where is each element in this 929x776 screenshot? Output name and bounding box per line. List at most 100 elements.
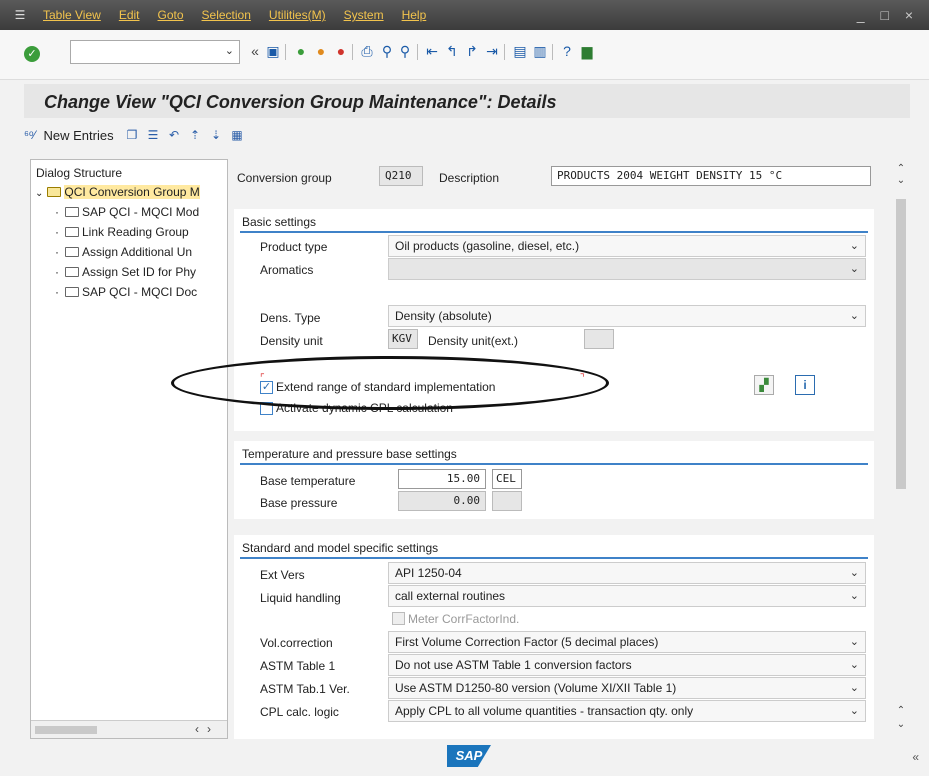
- menu-system[interactable]: System: [344, 8, 384, 22]
- sap-menu-icon[interactable]: ☰: [6, 8, 34, 22]
- menu-edit[interactable]: Edit: [119, 8, 140, 22]
- back-icon[interactable]: «: [246, 42, 264, 60]
- meter-corr-label: Meter CorrFactorInd.: [408, 612, 520, 626]
- chevron-down-icon[interactable]: ⌄: [850, 589, 859, 602]
- scroll-up-icon[interactable]: ⌃: [894, 705, 908, 716]
- previous-page-icon[interactable]: ↰: [443, 42, 461, 60]
- chevron-down-icon[interactable]: ⌄: [35, 188, 43, 199]
- undo-change-icon[interactable]: ↶: [166, 127, 183, 144]
- tree-node-sap-qci-doc[interactable]: · SAP QCI - MQCI Doc: [55, 285, 198, 299]
- next-page-icon[interactable]: ↱: [463, 42, 481, 60]
- tree-bullet: ·: [55, 285, 59, 299]
- cancel-icon[interactable]: ●: [332, 42, 350, 60]
- enter-icon[interactable]: ✓: [24, 46, 40, 62]
- chevron-down-icon[interactable]: ⌄: [850, 309, 859, 322]
- base-pressure-unit-field: [492, 491, 522, 511]
- chevron-down-icon[interactable]: ⌄: [850, 239, 859, 252]
- chevron-down-icon[interactable]: ⌄: [850, 262, 859, 275]
- vol-correction-dropdown[interactable]: First Volume Correction Factor (5 decima…: [388, 631, 866, 653]
- last-page-icon[interactable]: ⇥: [483, 42, 501, 60]
- astm-tab1-ver-dropdown[interactable]: Use ASTM D1250-80 version (Volume XI/XII…: [388, 677, 866, 699]
- tree-node-root[interactable]: ⌄ QCI Conversion Group M: [35, 185, 200, 199]
- shortcut-icon[interactable]: ▥: [531, 42, 549, 60]
- dens-type-dropdown[interactable]: Density (absolute) ⌄: [388, 305, 866, 327]
- command-field[interactable]: ⌄: [70, 40, 240, 64]
- scroll-down-icon[interactable]: ⌄: [894, 175, 908, 186]
- tree-node-label: SAP QCI - MQCI Doc: [82, 285, 198, 299]
- chevron-down-icon[interactable]: ⌄: [850, 704, 859, 717]
- folder-icon: [65, 247, 79, 257]
- find-icon[interactable]: ⚲: [378, 42, 396, 60]
- menu-utilities[interactable]: Utilities(M): [269, 8, 326, 22]
- density-unit-ext-label: Density unit(ext.): [428, 334, 519, 348]
- scroll-down-icon[interactable]: ⌄: [894, 719, 908, 730]
- chevron-down-icon[interactable]: ⌄: [850, 635, 859, 648]
- scrollbar-thumb[interactable]: [896, 199, 906, 489]
- ext-vers-value: API 1250-04: [395, 566, 462, 580]
- meter-corr-checkbox: [392, 612, 405, 625]
- tree-node-link-reading-group[interactable]: · Link Reading Group: [55, 225, 189, 239]
- new-entries-icon[interactable]: ⁶ᵒ⁄: [24, 128, 35, 142]
- scrollbar-thumb[interactable]: [35, 726, 97, 734]
- vol-correction-value: First Volume Correction Factor (5 decima…: [395, 635, 659, 649]
- conversion-group-field: Q210: [379, 166, 423, 186]
- previous-entry-icon[interactable]: ⇡: [187, 127, 204, 144]
- window-controls[interactable]: _ □ ×: [857, 7, 919, 23]
- astm-table1-dropdown[interactable]: Do not use ASTM Table 1 conversion facto…: [388, 654, 866, 676]
- tree-bullet: ·: [55, 225, 59, 239]
- system-toolbar: ✓ ⌄ « ▣ ● ● ● ⎙ ⚲ ⚲ ⇤ ↰ ↱ ⇥ ▤ ▥ ? ▆: [0, 30, 929, 80]
- info-icon[interactable]: i: [795, 375, 815, 395]
- dialog-structure-heading: Dialog Structure: [36, 166, 123, 180]
- copy-as-icon[interactable]: ❐: [124, 127, 141, 144]
- print-icon[interactable]: ⎙: [358, 42, 376, 60]
- chevron-down-icon[interactable]: ⌄: [850, 681, 859, 694]
- liquid-handling-dropdown[interactable]: call external routines ⌄: [388, 585, 866, 607]
- back-green-icon[interactable]: ●: [292, 42, 310, 60]
- ext-vers-label: Ext Vers: [260, 568, 305, 582]
- delete-icon[interactable]: ☰: [145, 127, 162, 144]
- first-page-icon[interactable]: ⇤: [423, 42, 441, 60]
- product-type-dropdown[interactable]: Oil products (gasoline, diesel, etc.) ⌄: [388, 235, 866, 257]
- cpl-calc-dropdown[interactable]: Apply CPL to all volume quantities - tra…: [388, 700, 866, 722]
- create-session-icon[interactable]: ▤: [511, 42, 529, 60]
- open-folder-icon: [47, 187, 62, 197]
- horizontal-scrollbar[interactable]: ‹›: [31, 720, 227, 738]
- tree-node-assign-set-id[interactable]: · Assign Set ID for Phy: [55, 265, 196, 279]
- density-unit-label: Density unit: [260, 334, 323, 348]
- next-entry-icon[interactable]: ⇣: [208, 127, 225, 144]
- vol-correction-label: Vol.correction: [260, 636, 333, 650]
- scroll-arrows-icon[interactable]: ‹›: [195, 722, 219, 736]
- astm-table1-label: ASTM Table 1: [260, 659, 336, 673]
- tree-node-sap-qci-mod[interactable]: · SAP QCI - MQCI Mod: [55, 205, 199, 219]
- help-icon[interactable]: ?: [558, 42, 576, 60]
- chevron-down-icon[interactable]: ⌄: [850, 658, 859, 671]
- exit-icon[interactable]: ●: [312, 42, 330, 60]
- application-toolbar: ⁶ᵒ⁄ New Entries ❐ ☰ ↶ ⇡ ⇣ ▦: [24, 124, 250, 146]
- collapse-icon[interactable]: «: [912, 750, 919, 764]
- scroll-up-icon[interactable]: ⌃: [894, 163, 908, 174]
- base-temperature-field[interactable]: 15.00: [398, 469, 486, 489]
- highlight-ellipse: [171, 356, 609, 410]
- density-unit-ext-field: [584, 329, 614, 349]
- customize-layout-icon[interactable]: ▆: [578, 42, 596, 60]
- detail-area: Conversion group Q210 Description PRODUC…: [233, 159, 893, 739]
- base-temperature-unit-field[interactable]: CEL: [492, 469, 522, 489]
- liquid-handling-value: call external routines: [395, 589, 506, 603]
- menu-selection[interactable]: Selection: [202, 8, 251, 22]
- save-icon[interactable]: ▣: [264, 42, 282, 60]
- vertical-scrollbar[interactable]: ⌃ ⌄ ⌃ ⌄: [894, 159, 908, 739]
- new-entries-button[interactable]: New Entries: [43, 128, 113, 143]
- select-all-icon[interactable]: ▦: [229, 127, 246, 144]
- tree-node-assign-additional[interactable]: · Assign Additional Un: [55, 245, 192, 259]
- find-next-icon[interactable]: ⚲: [396, 42, 414, 60]
- hierarchy-icon[interactable]: ▞: [754, 375, 774, 395]
- ext-vers-dropdown[interactable]: API 1250-04 ⌄: [388, 562, 866, 584]
- chevron-down-icon[interactable]: ⌄: [850, 566, 859, 579]
- menu-help[interactable]: Help: [402, 8, 427, 22]
- toolbar-divider: [504, 44, 505, 60]
- menu-table-view[interactable]: Table View: [43, 8, 101, 22]
- command-field-dropdown-icon[interactable]: ⌄: [225, 44, 234, 57]
- menu-goto[interactable]: Goto: [158, 8, 184, 22]
- description-field[interactable]: PRODUCTS 2004 WEIGHT DENSITY 15 °C: [551, 166, 871, 186]
- aromatics-dropdown[interactable]: ⌄: [388, 258, 866, 280]
